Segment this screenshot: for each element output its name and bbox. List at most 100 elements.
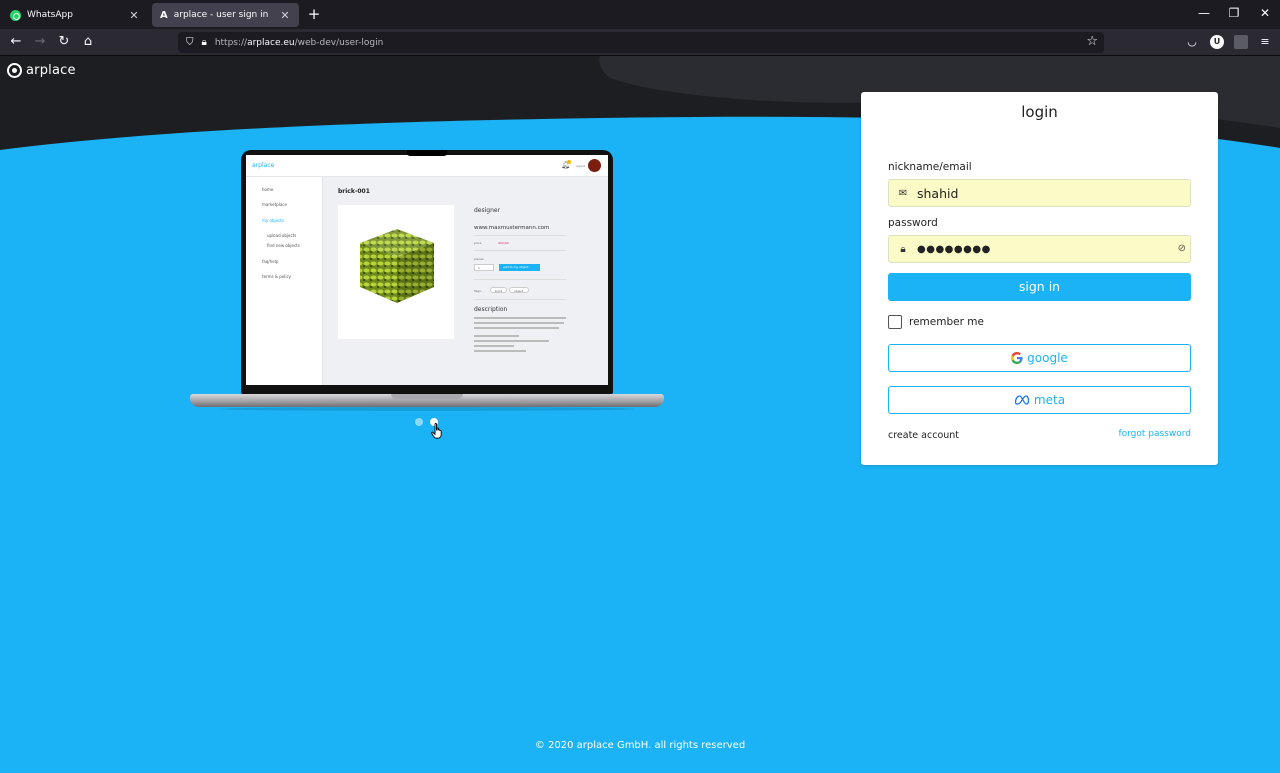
lock-icon[interactable]: 🔒︎ xyxy=(202,37,207,48)
create-account-link[interactable]: create account xyxy=(888,430,959,441)
url-prefix: https:// xyxy=(214,37,248,48)
mockup-description-label: description xyxy=(474,306,508,313)
ublock-extension-icon[interactable]: U xyxy=(1210,35,1224,49)
mockup-tag-text: object xyxy=(514,289,524,293)
laptop-mockup-image: arplace 🔔︎ Agent home marketplace my obj… xyxy=(190,150,664,418)
email-value: shahid xyxy=(917,185,959,201)
mockup-add-button: add to my object xyxy=(499,264,540,271)
mockup-nav-item: faq/help xyxy=(262,259,279,264)
bookmark-star-icon[interactable]: ☆ xyxy=(1086,34,1098,49)
mockup-nav-item: terms & policy xyxy=(262,274,292,279)
menu-icon[interactable]: ≡ xyxy=(1258,35,1272,49)
mockup-tag: brick xyxy=(490,287,507,293)
mockup-website: www.maxmustermann.com xyxy=(474,225,550,231)
green-cube-image xyxy=(360,229,434,303)
footer-copyright: © 2020 arplace GmbH. all rights reserved xyxy=(534,740,746,751)
mockup-tag-text: brick xyxy=(495,289,503,293)
forward-button[interactable]: → xyxy=(32,34,48,50)
mockup-nav-item: marketplace xyxy=(262,202,287,207)
close-window-button[interactable]: ✕ xyxy=(1257,6,1273,20)
remember-me-label: remember me xyxy=(909,316,984,328)
mockup-nav-item: upload objects xyxy=(267,233,297,238)
google-signin-button[interactable]: google xyxy=(888,344,1191,372)
arplace-tab-icon: A xyxy=(160,9,168,21)
back-button[interactable]: ← xyxy=(8,34,24,50)
login-title: login xyxy=(1021,103,1058,121)
arplace-logo-icon xyxy=(7,63,22,78)
tracking-shield-icon[interactable]: ⛉ xyxy=(186,37,194,48)
password-label: password xyxy=(888,217,938,229)
password-field[interactable]: 🔒︎ ●●●●●●●● ⊘ xyxy=(888,235,1191,263)
reload-button[interactable]: ↻ xyxy=(56,34,72,50)
mockup-text-line xyxy=(474,335,519,337)
close-tab-icon[interactable]: ✕ xyxy=(128,9,140,22)
laptop-screen-frame: arplace 🔔︎ Agent home marketplace my obj… xyxy=(241,150,613,394)
mockup-tags-label: Tags: xyxy=(474,289,482,293)
url-host: arplace.eu xyxy=(247,37,295,48)
new-tab-button[interactable]: + xyxy=(306,5,322,23)
mockup-pieces-label: pieces xyxy=(474,257,484,261)
remember-me[interactable]: remember me xyxy=(888,315,984,329)
mockup-divider xyxy=(474,235,566,236)
meta-signin-button[interactable]: meta xyxy=(888,386,1191,414)
mockup-text-line xyxy=(474,317,566,319)
mockup-tag: object xyxy=(509,287,529,293)
mockup-text-line xyxy=(474,322,564,324)
laptop-shadow xyxy=(220,407,634,411)
mockup-object-title: brick-001 xyxy=(338,188,370,195)
mockup-price: 400,00 xyxy=(498,241,509,245)
forgot-password-link[interactable]: forgot password xyxy=(1118,429,1191,439)
mockup-price-label: price xyxy=(474,241,482,245)
mockup-text-line xyxy=(474,350,526,352)
meta-icon xyxy=(1014,395,1030,405)
mockup-nav-item: find new objects xyxy=(267,243,300,248)
password-value: ●●●●●●●● xyxy=(917,243,991,255)
mockup-header: arplace 🔔︎ Agent xyxy=(246,155,608,177)
eye-slash-icon[interactable]: ⊘ xyxy=(1178,243,1186,254)
mockup-nav-item: my objects xyxy=(262,218,284,223)
mockup-sidebar: home marketplace my objects upload objec… xyxy=(246,177,323,385)
tab-arplace[interactable]: A arplace - user sign in ✕ xyxy=(152,3,299,27)
camera-notch xyxy=(407,150,447,156)
avatar xyxy=(588,159,601,172)
mockup-add-label: add to my object xyxy=(503,265,529,269)
mockup-divider xyxy=(474,279,566,280)
email-field[interactable]: ✉ shahid xyxy=(888,179,1191,207)
mockup-text-line xyxy=(474,345,514,347)
extension-icon[interactable] xyxy=(1234,35,1248,49)
remember-me-checkbox[interactable] xyxy=(888,315,902,329)
mockup-designer-label: designer xyxy=(474,207,501,214)
slider-dot-1[interactable] xyxy=(415,418,423,426)
url-path: /web-dev/user-login xyxy=(294,37,384,48)
restore-window-button[interactable]: ❐ xyxy=(1226,6,1242,20)
tab-whatsapp[interactable]: WhatsApp ✕ xyxy=(2,3,148,27)
url-text: https://arplace.eu/web-dev/user-login xyxy=(215,38,384,48)
mockup-divider xyxy=(474,299,566,300)
page-content: arplace arplace 🔔︎ Agent home marketplac… xyxy=(0,56,1280,773)
close-tab-icon[interactable]: ✕ xyxy=(279,9,291,22)
mockup-user: Agent xyxy=(576,164,585,168)
mail-icon: ✉ xyxy=(898,187,908,199)
notification-dot xyxy=(567,160,571,164)
mockup-quantity-select: 1 xyxy=(474,264,494,271)
sign-in-button[interactable]: sign in xyxy=(888,273,1191,301)
pocket-icon[interactable]: ◡ xyxy=(1185,35,1199,49)
address-bar[interactable]: ⛉ 🔒︎ https://arplace.eu/web-dev/user-log… xyxy=(178,32,1104,53)
browser-nav-bar: ← → ↻ ⌂ ⛉ 🔒︎ https://arplace.eu/web-dev/… xyxy=(0,29,1280,56)
login-card: login nickname/email ✉ shahid password 🔒… xyxy=(861,92,1218,465)
arplace-logo[interactable]: arplace xyxy=(7,63,76,78)
hand-cursor-icon xyxy=(431,423,442,439)
mockup-logo: arplace xyxy=(252,162,275,169)
logo-text: arplace xyxy=(26,63,76,78)
browser-tab-bar: WhatsApp ✕ A arplace - user sign in ✕ + … xyxy=(0,0,1280,29)
google-label: google xyxy=(1027,351,1068,365)
home-button[interactable]: ⌂ xyxy=(80,34,96,50)
google-icon xyxy=(1011,352,1023,364)
minimize-window-button[interactable]: — xyxy=(1196,6,1212,20)
lock-icon: 🔒︎ xyxy=(900,243,906,255)
mockup-nav-item: home xyxy=(262,187,274,192)
app-screenshot: arplace 🔔︎ Agent home marketplace my obj… xyxy=(246,155,608,385)
mockup-divider xyxy=(474,250,566,251)
laptop-base-notch xyxy=(391,394,463,399)
whatsapp-icon xyxy=(10,9,21,21)
